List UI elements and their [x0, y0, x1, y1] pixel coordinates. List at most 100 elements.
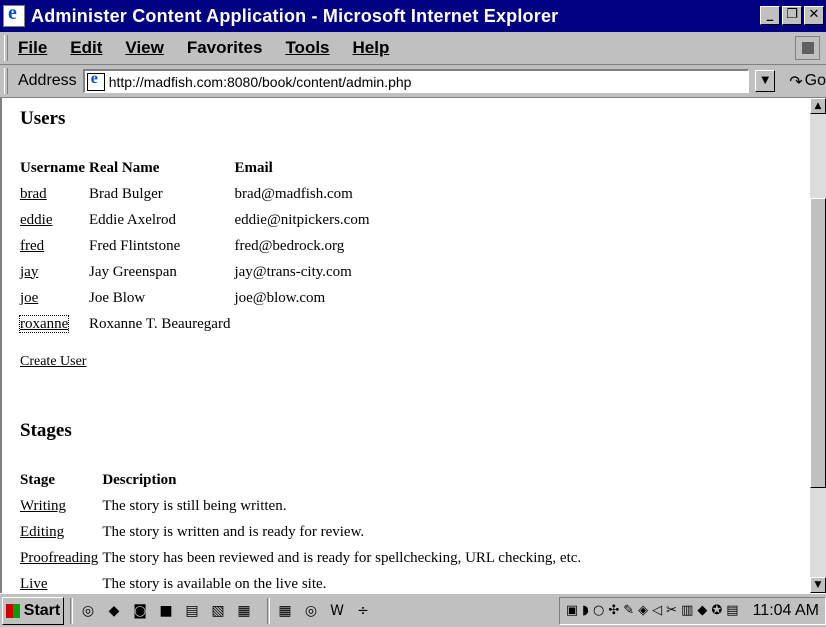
users-table: Username Real Name Email brad Brad Bulge… [18, 155, 374, 337]
stage-description: The story is available on the live site. [102, 575, 327, 592]
scroll-thumb[interactable] [810, 198, 826, 488]
task-word-icon[interactable]: W [328, 602, 346, 620]
address-url[interactable]: http://madfish.com:8080/book/content/adm… [109, 74, 412, 90]
vertical-scrollbar[interactable]: ▲ ▼ [810, 98, 826, 593]
menu-edit[interactable]: Edit [70, 38, 102, 58]
app-icon[interactable]: ▦ [235, 602, 253, 620]
table-row: jay Jay Greenspan jay@trans-city.com [20, 259, 374, 285]
page-icon [86, 70, 105, 91]
column-stage: Stage [20, 471, 55, 488]
menu-view[interactable]: View [125, 38, 163, 58]
user-real-name: Roxanne T. Beauregard [88, 315, 231, 332]
notepad-icon[interactable]: ▧ [209, 602, 227, 620]
go-arrow-icon: ↷ [789, 71, 803, 91]
go-label: Go [804, 72, 826, 89]
user-link-brad[interactable]: brad [20, 186, 47, 202]
address-bar: Address http://madfish.com:8080/book/con… [0, 65, 826, 98]
tray-icon-11[interactable]: ✪ [711, 603, 722, 618]
user-real-name: Joe Blow [88, 289, 146, 306]
tray-icon-8[interactable]: ✂ [666, 603, 677, 618]
table-row: Writing The story is still being written… [20, 493, 585, 519]
start-button[interactable]: Start [2, 596, 64, 625]
tray-icon-4[interactable]: ✣ [608, 603, 619, 618]
task-split-icon[interactable]: ÷ [354, 602, 372, 620]
stage-link-editing[interactable]: Editing [20, 524, 64, 540]
menu-help[interactable]: Help [353, 38, 390, 58]
clock[interactable]: 11:04 AM [753, 602, 819, 620]
menu-bar: File Edit View Favorites Tools Help [0, 32, 826, 65]
tray-icon-5[interactable]: ✎ [623, 603, 634, 618]
task-app-icon[interactable]: ▦ [276, 602, 294, 620]
stage-link-proofreading[interactable]: Proofreading [20, 550, 98, 566]
stage-link-live[interactable]: Live [20, 576, 48, 592]
menu-favorites[interactable]: Favorites [187, 38, 263, 58]
maximize-button[interactable]: ❐ [782, 6, 802, 25]
close-button[interactable]: ✕ [804, 6, 824, 25]
table-row: brad Brad Bulger brad@madfish.com [20, 181, 374, 207]
stages-header-row: Stage Description [20, 467, 585, 493]
user-link-roxanne[interactable]: roxanne [18, 314, 70, 333]
table-row: joe Joe Blow joe@blow.com [20, 285, 374, 311]
tray-icon-7[interactable]: ◁ [652, 603, 662, 618]
address-label: Address [17, 72, 77, 89]
user-link-jay[interactable]: jay [20, 264, 38, 280]
ie-window-icon[interactable] [3, 2, 25, 27]
user-link-eddie[interactable]: eddie [20, 212, 52, 228]
stage-description: The story is still being written. [102, 497, 287, 514]
user-email: brad@madfish.com [234, 185, 353, 202]
ie-icon[interactable]: ◎ [79, 602, 97, 620]
user-email: fred@bedrock.org [234, 237, 345, 254]
tray-icon-2[interactable]: ◗ [582, 603, 589, 618]
stages-table: Stage Description Writing The story is s… [20, 467, 585, 593]
table-row: eddie Eddie Axelrod eddie@nitpickers.com [20, 207, 374, 233]
minimize-button[interactable]: _ [760, 6, 780, 25]
menu-tools[interactable]: Tools [285, 38, 329, 58]
users-header-row: Username Real Name Email [20, 155, 374, 181]
column-description: Description [102, 471, 177, 488]
window-controls: _ ❐ ✕ [760, 6, 824, 25]
go-button[interactable]: ↷ Go [789, 72, 826, 91]
table-row: Live The story is available on the live … [20, 571, 585, 593]
column-email: Email [234, 159, 273, 176]
user-link-fred[interactable]: fred [20, 238, 44, 254]
user-real-name: Eddie Axelrod [88, 211, 177, 228]
tray-icon-1[interactable]: ▣ [566, 603, 578, 618]
channels-icon[interactable]: ■ [157, 602, 175, 620]
tray-icon-6[interactable]: ◈ [638, 603, 648, 618]
table-row: fred Fred Flintstone fred@bedrock.org [20, 233, 374, 259]
window-title: Administer Content Application - Microso… [31, 5, 559, 26]
user-email: eddie@nitpickers.com [234, 211, 370, 228]
user-email: jay@trans-city.com [234, 263, 352, 280]
tray-icon-3[interactable]: ○ [593, 603, 604, 618]
address-dropdown-button[interactable]: ▼ [755, 70, 776, 92]
windows-flag-icon [5, 603, 20, 618]
scroll-up-button[interactable]: ▲ [810, 98, 826, 114]
tray-icon-9[interactable]: ▥ [681, 603, 693, 618]
taskbar-separator [70, 597, 73, 624]
user-real-name: Jay Greenspan [88, 263, 177, 280]
address-input[interactable]: http://madfish.com:8080/book/content/adm… [82, 69, 750, 93]
task-ie-icon[interactable]: ◎ [302, 602, 320, 620]
menu-file[interactable]: File [18, 38, 47, 58]
tray-icon-10[interactable]: ◆ [697, 603, 707, 618]
windows-logo-icon [795, 36, 820, 60]
system-tray: ▣ ◗ ○ ✣ ✎ ◈ ◁ ✂ ▥ ◆ ✪ ▤ 11:04 AM [558, 596, 826, 625]
tray-icon-12[interactable]: ▤ [726, 603, 738, 618]
scroll-down-button[interactable]: ▼ [810, 577, 826, 593]
outlook-icon[interactable]: ◆ [105, 602, 123, 620]
table-row: Proofreading The story has been reviewed… [20, 545, 585, 571]
menu-grip[interactable] [4, 35, 8, 61]
desktop-icon[interactable]: ◙ [131, 602, 149, 620]
column-real-name: Real Name [88, 159, 160, 176]
title-bar: Administer Content Application - Microso… [0, 0, 826, 32]
user-email [234, 311, 373, 337]
stage-link-writing[interactable]: Writing [20, 498, 66, 514]
address-grip[interactable] [4, 68, 8, 94]
page-viewport: Users Username Real Name Email brad Brad… [0, 98, 810, 593]
create-user-link[interactable]: Create User [20, 354, 86, 370]
column-username: Username [20, 159, 85, 176]
stage-description: The story has been reviewed and is ready… [102, 549, 582, 566]
user-link-joe[interactable]: joe [20, 290, 38, 306]
explorer-icon[interactable]: ▤ [183, 602, 201, 620]
taskbar: Start ◎ ◆ ◙ ■ ▤ ▧ ▦ ▦ ◎ W ÷ ▣ ◗ ○ ✣ ✎ ◈ … [0, 593, 826, 627]
